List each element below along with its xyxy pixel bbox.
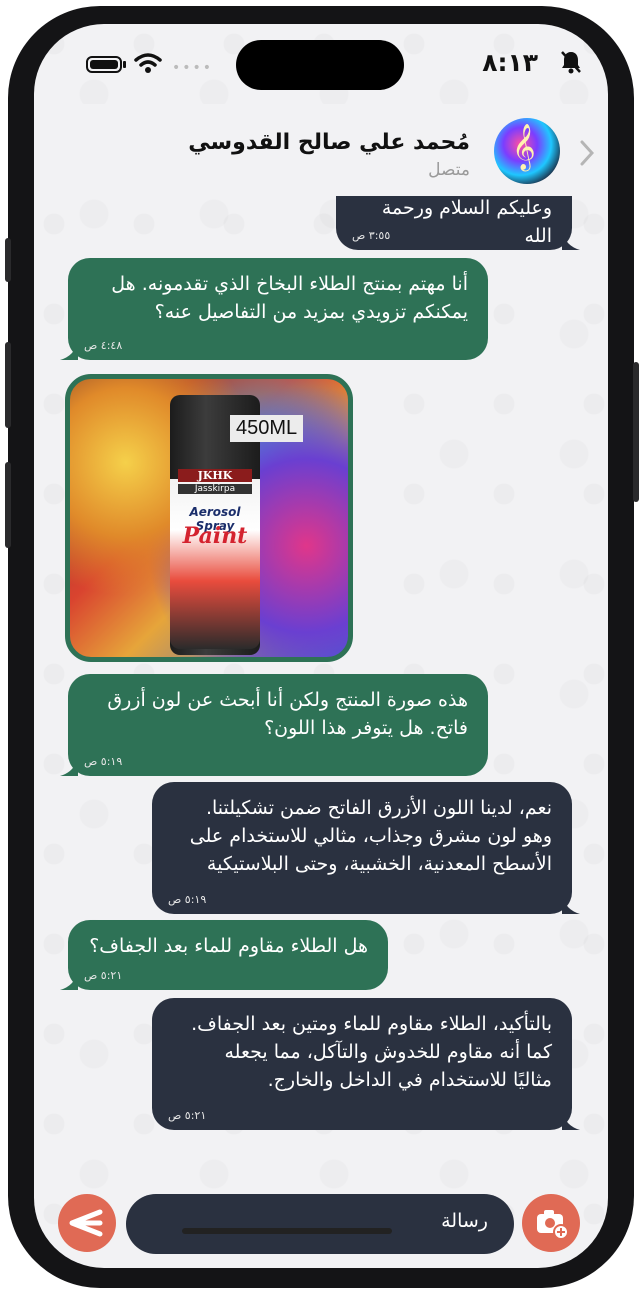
send-arrow-icon [69,1209,103,1237]
contact-name-label[interactable]: مُحمد علي صالح القدوسي [188,130,470,155]
battery-tip [123,61,126,68]
home-indicator [182,1228,392,1234]
can-brand-text: JKHK [178,469,252,482]
music-clef-icon: 𝄞 [512,124,536,170]
battery-icon [86,56,122,73]
chat-header-foreground: 𝄞 مُحمد علي صالح القدوسي متصل [34,104,608,192]
can-subbrand-text: Jasskirpa [178,484,252,494]
message-time: ٥:١٩ ص [168,893,207,906]
bubble-tail [562,232,580,250]
dynamic-island [236,40,404,90]
message-bubble-outgoing[interactable]: هل الطلاء مقاوم للماء بعد الجفاف؟ ٥:٢١ ص [60,920,388,990]
action-button [5,238,11,282]
message-text: هل الطلاء مقاوم للماء بعد الجفاف؟ [89,935,368,957]
send-button[interactable] [58,1194,116,1252]
volume-up-button [5,342,11,428]
message-text: بالتأكيد، الطلاء مقاوم للماء ومتين بعد ا… [191,1013,552,1091]
camera-plus-icon [537,1210,569,1240]
message-bubble-outgoing[interactable]: هذه صورة المنتج ولكن أنا أبحث عن لون أزر… [60,674,488,776]
signal-icon: •••• [172,60,214,76]
bubble-tail [562,1112,580,1130]
volume-down-button [5,462,11,548]
bubble-tail [60,342,78,360]
volume-tag: 450ML [230,415,304,442]
camera-button[interactable] [522,1194,580,1252]
back-chevron-icon[interactable] [580,140,594,166]
message-time: ٥:٢١ ص [168,1109,207,1122]
message-time: ٣:٥٥ ص [352,229,391,242]
screen: •••• ٨:١٣ ♪ مُحمد علي صالح القدوسي متصل … [34,24,608,1268]
message-text: أنا مهتم بمنتج الطلاء البخاخ الذي تقدمون… [111,273,468,323]
can-product-name: Paint [182,523,248,549]
message-bubble-incoming[interactable]: نعم، لدينا اللون الأزرق الفاتح ضمن تشكيل… [152,782,580,914]
message-composer: رسالة [34,1184,608,1268]
status-bar: •••• ٨:١٣ [34,24,608,104]
contact-status-label: متصل [428,160,470,180]
message-time: ٥:٢١ ص [84,969,123,982]
power-button [633,362,639,502]
bubble-tail [60,972,78,990]
message-time: ٤:٤٨ ص [84,339,123,352]
muted-bell-icon [560,50,582,78]
bubble-tail [60,758,78,776]
message-text: هذه صورة المنتج ولكن أنا أبحث عن لون أزر… [107,689,468,739]
bubble-tail [562,896,580,914]
wifi-icon [134,53,162,73]
message-input[interactable]: رسالة [126,1194,514,1254]
contact-avatar[interactable]: 𝄞 [494,118,560,184]
product-image-message[interactable]: JKHK Jasskirpa Aerosol Spray Paint 450ML [65,374,353,662]
clock: ٨:١٣ [482,48,538,77]
message-bubble-outgoing[interactable]: أنا مهتم بمنتج الطلاء البخاخ الذي تقدمون… [60,258,488,360]
message-bubble-incoming[interactable]: بالتأكيد، الطلاء مقاوم للماء ومتين بعد ا… [152,998,580,1130]
message-time: ٥:١٩ ص [84,755,123,768]
message-text: نعم، لدينا اللون الأزرق الفاتح ضمن تشكيل… [189,797,552,875]
